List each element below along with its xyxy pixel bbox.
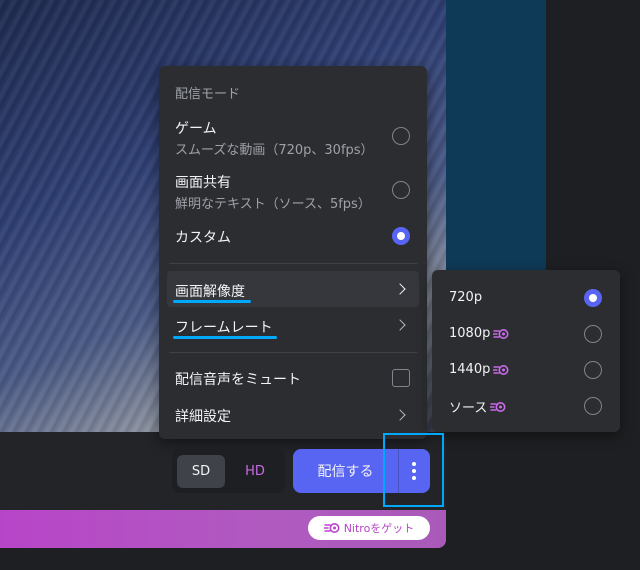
advanced-label: 詳細設定 — [175, 409, 231, 425]
stream-mode-header: 配信モード — [175, 87, 241, 102]
mode-option-game[interactable]: ゲーム スムーズな動画（720p、30fps） — [159, 112, 427, 160]
nitro-icon — [490, 401, 506, 412]
resolution-option[interactable]: 1440p — [432, 356, 620, 384]
radio-screen-share[interactable] — [392, 181, 410, 199]
mode-option-screen-share[interactable]: 画面共有 鮮明なテキスト（ソース、5fps） — [159, 166, 427, 214]
resolution-option-label: 1440p — [449, 362, 491, 377]
advanced-settings-item[interactable]: 詳細設定 — [159, 401, 427, 429]
get-nitro-label: Nitroをゲット — [343, 522, 415, 535]
framerate-label: フレームレート — [175, 320, 273, 336]
radio-720p[interactable] — [584, 289, 602, 307]
radio-1080p[interactable] — [584, 325, 602, 343]
resolution-submenu: 720p 1080p 1440p ソース — [432, 270, 620, 432]
radio-source[interactable] — [584, 397, 602, 415]
side-panel — [446, 0, 546, 270]
get-nitro-button[interactable]: Nitroをゲット — [308, 516, 430, 540]
mute-checkbox[interactable] — [392, 369, 410, 387]
mode-option-title: 画面共有 — [175, 175, 231, 191]
resolution-option[interactable]: 1080p — [432, 320, 620, 348]
radio-game[interactable] — [392, 127, 410, 145]
hd-button[interactable]: HD — [232, 455, 278, 488]
resolution-label: 画面解像度 — [175, 284, 245, 300]
framerate-underline — [173, 336, 277, 339]
sd-button[interactable]: SD — [177, 455, 225, 488]
resolution-option-label: 720p — [449, 290, 483, 305]
mode-option-subtitle: 鮮明なテキスト（ソース、5fps） — [175, 197, 371, 212]
chevron-right-icon — [394, 319, 406, 331]
chevron-right-icon — [394, 409, 406, 421]
stream-settings-menu: 配信モード ゲーム スムーズな動画（720p、30fps） 画面共有 鮮明なテキ… — [159, 66, 427, 439]
nitro-icon — [493, 364, 509, 375]
nitro-icon — [323, 523, 340, 533]
framerate-menu-item[interactable]: フレームレート — [167, 308, 419, 344]
radio-1440p[interactable] — [584, 361, 602, 379]
mute-stream-audio-item[interactable]: 配信音声をミュート — [159, 364, 427, 392]
mute-label: 配信音声をミュート — [175, 372, 301, 388]
resolution-option-label: ソース — [449, 401, 488, 416]
resolution-underline — [173, 300, 251, 303]
resolution-option[interactable]: 720p — [432, 284, 620, 312]
bottom-strip — [0, 548, 640, 570]
mode-option-title: カスタム — [175, 230, 231, 246]
focus-highlight — [383, 433, 444, 507]
background-region — [546, 0, 640, 270]
mode-option-subtitle: スムーズな動画（720p、30fps） — [175, 143, 374, 158]
nitro-icon — [493, 328, 509, 339]
resolution-option[interactable]: ソース — [432, 392, 620, 420]
resolution-menu-item[interactable]: 画面解像度 — [167, 271, 419, 307]
menu-divider — [169, 352, 417, 353]
radio-custom[interactable] — [392, 227, 410, 245]
menu-divider — [169, 263, 417, 264]
chevron-right-icon — [394, 283, 406, 295]
resolution-option-label: 1080p — [449, 326, 491, 341]
mode-option-custom[interactable]: カスタム — [159, 222, 427, 252]
mode-option-title: ゲーム — [175, 121, 217, 137]
